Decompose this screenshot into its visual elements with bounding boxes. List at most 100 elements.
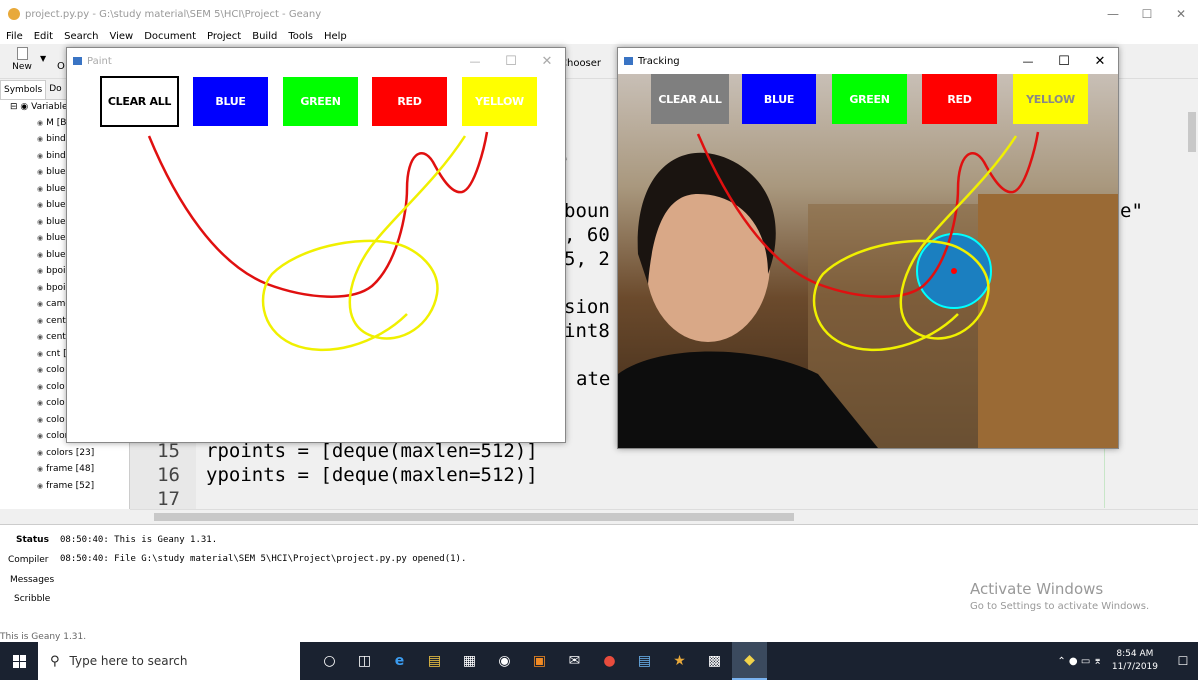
symbol-item[interactable]: colo: [37, 415, 64, 425]
tracking-titlebar: Tracking — ☐ ✕: [618, 48, 1118, 74]
window-icon: [624, 57, 633, 65]
store-icon[interactable]: ▦: [452, 642, 487, 680]
scrollbar-thumb[interactable]: [154, 513, 794, 521]
tab-messages[interactable]: Messages: [10, 575, 54, 585]
code-fragment: , 60: [564, 224, 610, 246]
edge-icon[interactable]: e: [382, 642, 417, 680]
symbol-item[interactable]: colo: [37, 365, 64, 375]
tray-icons[interactable]: ⌃ ● ▭ ⌆: [1057, 656, 1101, 667]
symbol-item[interactable]: cent: [37, 332, 66, 342]
symbol-item[interactable]: bluel: [37, 184, 68, 194]
paint-title: Paint: [87, 55, 112, 67]
green-button[interactable]: GREEN: [832, 74, 907, 124]
sidebar-scrollbar[interactable]: [0, 509, 130, 523]
close-button[interactable]: ✕: [529, 48, 565, 74]
camera-icon[interactable]: ◉: [487, 642, 522, 680]
editor-vertical-scrollbar[interactable]: [1186, 100, 1198, 510]
symbol-item[interactable]: bluel: [37, 250, 68, 260]
terminal-icon[interactable]: ▩: [697, 642, 732, 680]
close-button[interactable]: ✕: [1164, 0, 1198, 28]
cortana-icon[interactable]: ○: [312, 642, 347, 680]
open-label[interactable]: O: [57, 61, 65, 72]
scrollbar-thumb[interactable]: [1188, 112, 1196, 152]
symbol-item[interactable]: colo: [37, 382, 64, 392]
symbol-item[interactable]: cent: [37, 316, 66, 326]
watermark-line1: Activate Windows: [970, 580, 1104, 598]
code-fragment: e": [1120, 200, 1143, 222]
menu-view[interactable]: View: [109, 31, 133, 42]
geany-icon[interactable]: ★: [662, 642, 697, 680]
notepad-icon[interactable]: ▤: [627, 642, 662, 680]
minimize-button[interactable]: —: [1010, 48, 1046, 74]
menu-search[interactable]: Search: [64, 31, 98, 42]
symbol-item[interactable]: bluel: [37, 200, 68, 210]
editor-horizontal-scrollbar[interactable]: [130, 509, 1198, 523]
menu-build[interactable]: Build: [252, 31, 277, 42]
code-line[interactable]: rpoints = [deque(maxlen=512)]: [206, 440, 538, 462]
code-line[interactable]: ypoints = [deque(maxlen=512)]: [206, 464, 538, 486]
paint-canvas[interactable]: [67, 74, 565, 442]
symbol-item[interactable]: colors [23]: [37, 448, 94, 458]
close-button[interactable]: ✕: [1082, 48, 1118, 74]
menu-help[interactable]: Help: [324, 31, 347, 42]
menu-project[interactable]: Project: [207, 31, 241, 42]
geany-title: project.py.py - G:\study material\SEM 5\…: [25, 8, 322, 20]
code-fragment: 5, 2: [564, 248, 610, 270]
photos-icon[interactable]: ▣: [522, 642, 557, 680]
taskbar-clock[interactable]: 8:54 AM 11/7/2019: [1112, 648, 1158, 674]
symbol-item[interactable]: bpoi: [37, 283, 65, 293]
tab-documents[interactable]: Do: [46, 80, 64, 99]
clear-all-button[interactable]: CLEAR ALL: [651, 74, 729, 124]
file-explorer-icon[interactable]: ▤: [417, 642, 452, 680]
taskbar-search-box[interactable]: ⚲ Type here to search: [38, 642, 300, 680]
symbol-item[interactable]: bluel: [37, 233, 68, 243]
yellow-stroke: [261, 135, 467, 352]
menu-file[interactable]: File: [6, 31, 23, 42]
symbol-item[interactable]: bluel: [37, 167, 68, 177]
line-number-gutter: 15 16 17: [130, 440, 196, 512]
maximize-button[interactable]: ☐: [1046, 48, 1082, 74]
color-chooser-button[interactable]: Chooser: [560, 58, 601, 69]
python-icon[interactable]: ◆: [732, 642, 767, 680]
symbol-item[interactable]: bpoi: [37, 266, 65, 276]
tab-compiler[interactable]: Compiler: [8, 555, 49, 565]
new-dropdown-icon[interactable]: ▼: [40, 54, 46, 63]
line-number: 15: [157, 440, 180, 462]
symbol-item[interactable]: bind: [37, 151, 66, 161]
paint-titlebar: Paint — ☐ ✕: [67, 48, 565, 74]
tab-symbols[interactable]: Symbols: [0, 80, 47, 99]
tree-root-variables[interactable]: ⊟ ◉ Variable: [10, 102, 68, 112]
menu-document[interactable]: Document: [144, 31, 196, 42]
chrome-icon[interactable]: ●: [592, 642, 627, 680]
maximize-button[interactable]: ☐: [1130, 0, 1164, 28]
symbol-item[interactable]: M [B: [37, 118, 66, 128]
ball-center-dot: [951, 268, 957, 274]
blue-button[interactable]: BLUE: [742, 74, 816, 124]
symbol-item[interactable]: colo: [37, 398, 64, 408]
symbol-item[interactable]: bind: [37, 134, 66, 144]
tab-scribble[interactable]: Scribble: [14, 594, 50, 604]
mail-icon[interactable]: ✉: [557, 642, 592, 680]
geany-app-icon: [8, 8, 20, 20]
menu-tools[interactable]: Tools: [288, 31, 313, 42]
search-icon: ⚲: [50, 653, 60, 669]
new-file-button[interactable]: New: [10, 47, 34, 72]
yellow-button[interactable]: YELLOW: [1013, 74, 1088, 124]
tab-status[interactable]: Status: [16, 535, 49, 545]
red-button[interactable]: RED: [922, 74, 997, 124]
window-icon: [73, 57, 82, 65]
task-view-icon[interactable]: ◫: [347, 642, 382, 680]
symbol-item[interactable]: cnt [: [37, 349, 67, 359]
camera-overlay: [618, 131, 1118, 448]
symbol-item[interactable]: bluel: [37, 217, 68, 227]
camera-feed: [618, 74, 1118, 448]
symbol-item[interactable]: frame [52]: [37, 481, 94, 491]
start-button[interactable]: [0, 642, 38, 680]
notification-icon[interactable]: ☐: [1168, 642, 1198, 680]
maximize-button[interactable]: ☐: [493, 48, 529, 74]
minimize-button[interactable]: —: [1096, 0, 1130, 28]
symbol-item[interactable]: frame [48]: [37, 464, 94, 474]
menu-edit[interactable]: Edit: [34, 31, 53, 42]
clock-date: 11/7/2019: [1111, 662, 1158, 672]
minimize-button[interactable]: —: [457, 48, 493, 74]
